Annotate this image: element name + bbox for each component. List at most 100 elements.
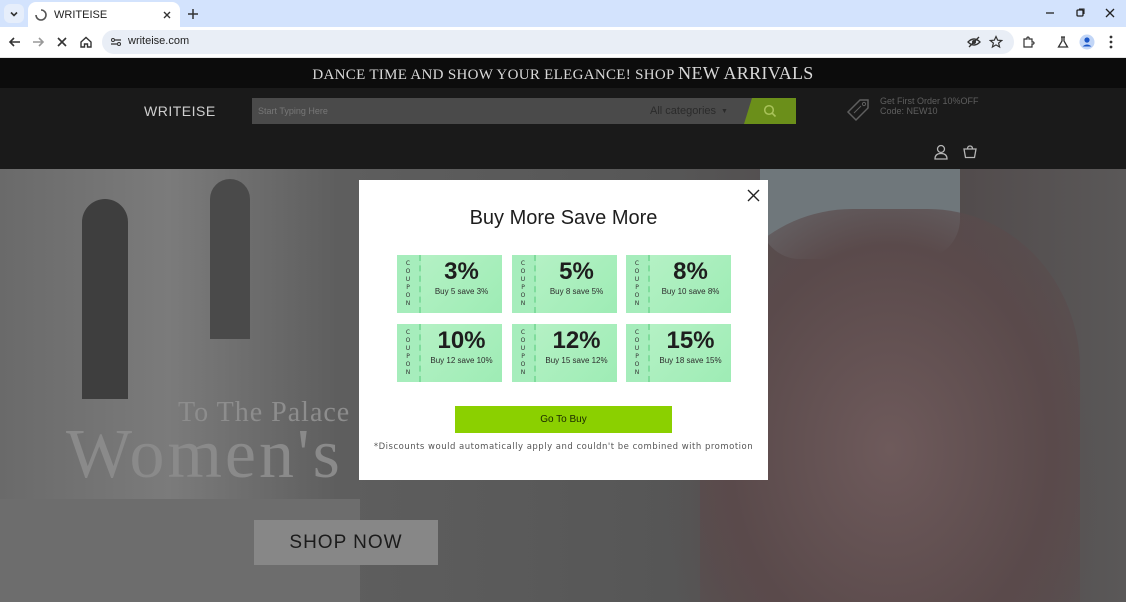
search-button[interactable] bbox=[744, 98, 796, 124]
coupon-description: Buy 18 save 15% bbox=[659, 356, 722, 365]
coupon-description: Buy 5 save 3% bbox=[434, 287, 489, 296]
url-text[interactable]: writeise.com bbox=[128, 35, 189, 47]
coupon-letter: O bbox=[520, 268, 526, 275]
browser-tab-bar: WRITEISE bbox=[0, 0, 1126, 27]
coupon-letter: C bbox=[520, 260, 526, 267]
price-tag-icon bbox=[844, 96, 872, 124]
shop-now-button[interactable]: SHOP NOW bbox=[254, 520, 438, 565]
promo-modal: Buy More Save More C O U P O N 3% Buy 5 save 3%… bbox=[359, 180, 768, 480]
go-to-buy-button[interactable]: Go To Buy bbox=[455, 406, 672, 433]
coupon-letter: N bbox=[405, 300, 411, 307]
coupon-card[interactable]: C O U P O N 3% Buy 5 save 3% bbox=[397, 255, 502, 313]
coupon-letter: O bbox=[405, 292, 411, 299]
minimize-icon[interactable] bbox=[1040, 4, 1060, 22]
forward-arrow-icon[interactable] bbox=[29, 33, 47, 51]
coupon-letter: U bbox=[405, 276, 411, 283]
coupon-letter: P bbox=[521, 353, 525, 360]
coupon-letter: N bbox=[634, 300, 640, 307]
user-account-icon[interactable] bbox=[933, 144, 949, 160]
back-arrow-icon[interactable] bbox=[6, 33, 24, 51]
promo-text: DANCE TIME AND SHOW YOUR ELEGANCE! SHOP bbox=[312, 67, 675, 83]
coupon-card[interactable]: C O U P O N 10% Buy 12 save 10% bbox=[397, 324, 502, 382]
coupon-letter: O bbox=[405, 268, 411, 275]
coupon-letter: C bbox=[634, 260, 640, 267]
coupon-percent: 5% bbox=[559, 258, 594, 285]
new-tab-icon[interactable] bbox=[184, 5, 202, 23]
category-select-value: All categories bbox=[650, 105, 717, 117]
coupon-vertical-label: COUPON bbox=[626, 324, 650, 382]
coupon-vertical-label: COUPON bbox=[397, 324, 421, 382]
eye-off-icon[interactable] bbox=[966, 34, 982, 50]
coupon-letter: N bbox=[405, 369, 411, 376]
coupon-letter: N bbox=[520, 300, 526, 307]
search-input[interactable] bbox=[252, 98, 642, 124]
coupon-letter: P bbox=[521, 284, 525, 291]
category-select[interactable]: All categories ▼ bbox=[650, 98, 742, 124]
coupon-card[interactable]: C O U P O N 15% Buy 18 save 15% bbox=[626, 324, 731, 382]
coupon-letter: P bbox=[635, 353, 639, 360]
bookmark-star-icon[interactable] bbox=[988, 34, 1004, 50]
coupon-vertical-label: COUPON bbox=[512, 324, 536, 382]
address-bar[interactable]: writeise.com bbox=[102, 30, 1014, 54]
coupon-letter: O bbox=[634, 268, 640, 275]
tab-close-icon[interactable] bbox=[159, 7, 175, 23]
coupon-vertical-label: COUPON bbox=[626, 255, 650, 313]
coupon-percent: 10% bbox=[437, 327, 486, 354]
coupon-vertical-label: COUPON bbox=[397, 255, 421, 313]
discount-disclaimer: *Discounts would automatically apply and… bbox=[373, 442, 754, 452]
labs-flask-icon[interactable] bbox=[1054, 33, 1072, 51]
coupon-description: Buy 12 save 10% bbox=[430, 356, 493, 365]
first-order-line1: Get First Order 10%OFF bbox=[880, 96, 979, 106]
coupon-letter: N bbox=[634, 369, 640, 376]
coupon-description: Buy 10 save 8% bbox=[661, 287, 720, 296]
modal-title: Buy More Save More bbox=[469, 207, 658, 229]
coupon-letter: U bbox=[634, 345, 640, 352]
coupon-letter: O bbox=[520, 361, 526, 368]
coupon-letter: O bbox=[520, 292, 526, 299]
close-window-icon[interactable] bbox=[1100, 4, 1120, 22]
hero-title: Women's bbox=[66, 416, 343, 493]
promo-banner[interactable]: DANCE TIME AND SHOW YOUR ELEGANCE! SHOP … bbox=[0, 58, 1126, 88]
browser-tab-active[interactable]: WRITEISE bbox=[28, 2, 180, 27]
cart-icon[interactable] bbox=[962, 144, 978, 160]
search-icon bbox=[763, 104, 777, 118]
coupon-letter: O bbox=[634, 292, 640, 299]
home-icon[interactable] bbox=[77, 33, 95, 51]
chevron-down-icon bbox=[10, 11, 18, 17]
restore-icon[interactable] bbox=[1070, 4, 1090, 22]
caret-down-icon: ▼ bbox=[721, 107, 728, 115]
first-order-code: Code: NEW10 bbox=[880, 106, 938, 116]
site-info-icon[interactable] bbox=[108, 34, 124, 50]
site-header: WRITEISE All categories ▼ Get First Orde… bbox=[0, 88, 1126, 169]
extensions-icon[interactable] bbox=[1019, 33, 1037, 51]
coupon-letter: P bbox=[406, 284, 410, 291]
coupon-percent: 3% bbox=[444, 258, 479, 285]
profile-avatar-icon[interactable] bbox=[1078, 33, 1096, 51]
coupon-percent: 8% bbox=[673, 258, 708, 285]
coupon-card[interactable]: C O U P O N 5% Buy 8 save 5% bbox=[512, 255, 617, 313]
coupon-letter: O bbox=[634, 361, 640, 368]
browser-toolbar: writeise.com bbox=[0, 27, 1126, 58]
coupon-letter: P bbox=[406, 353, 410, 360]
coupon-letter: U bbox=[520, 345, 526, 352]
coupon-description: Buy 8 save 5% bbox=[549, 287, 604, 296]
hero-arch-left bbox=[82, 199, 128, 399]
coupon-card[interactable]: C O U P O N 8% Buy 10 save 8% bbox=[626, 255, 731, 313]
coupon-letter: O bbox=[405, 337, 411, 344]
coupon-percent: 15% bbox=[666, 327, 715, 354]
promo-highlight: NEW ARRIVALS bbox=[678, 63, 814, 83]
coupon-letter: P bbox=[635, 284, 639, 291]
tab-title: WRITEISE bbox=[54, 8, 108, 21]
coupon-letter: O bbox=[405, 361, 411, 368]
search-bar: All categories ▼ bbox=[252, 98, 796, 124]
coupon-percent: 12% bbox=[552, 327, 601, 354]
stop-loading-icon[interactable] bbox=[53, 33, 71, 51]
coupon-letter: C bbox=[405, 329, 411, 336]
menu-kebab-icon[interactable] bbox=[1102, 33, 1120, 51]
coupon-card[interactable]: C O U P O N 12% Buy 15 save 12% bbox=[512, 324, 617, 382]
modal-close-icon[interactable] bbox=[744, 186, 762, 204]
tab-search-button[interactable] bbox=[4, 4, 24, 23]
site-logo[interactable]: WRITEISE bbox=[144, 103, 216, 119]
hero-arch-mid bbox=[210, 179, 250, 339]
coupon-letter: C bbox=[520, 329, 526, 336]
